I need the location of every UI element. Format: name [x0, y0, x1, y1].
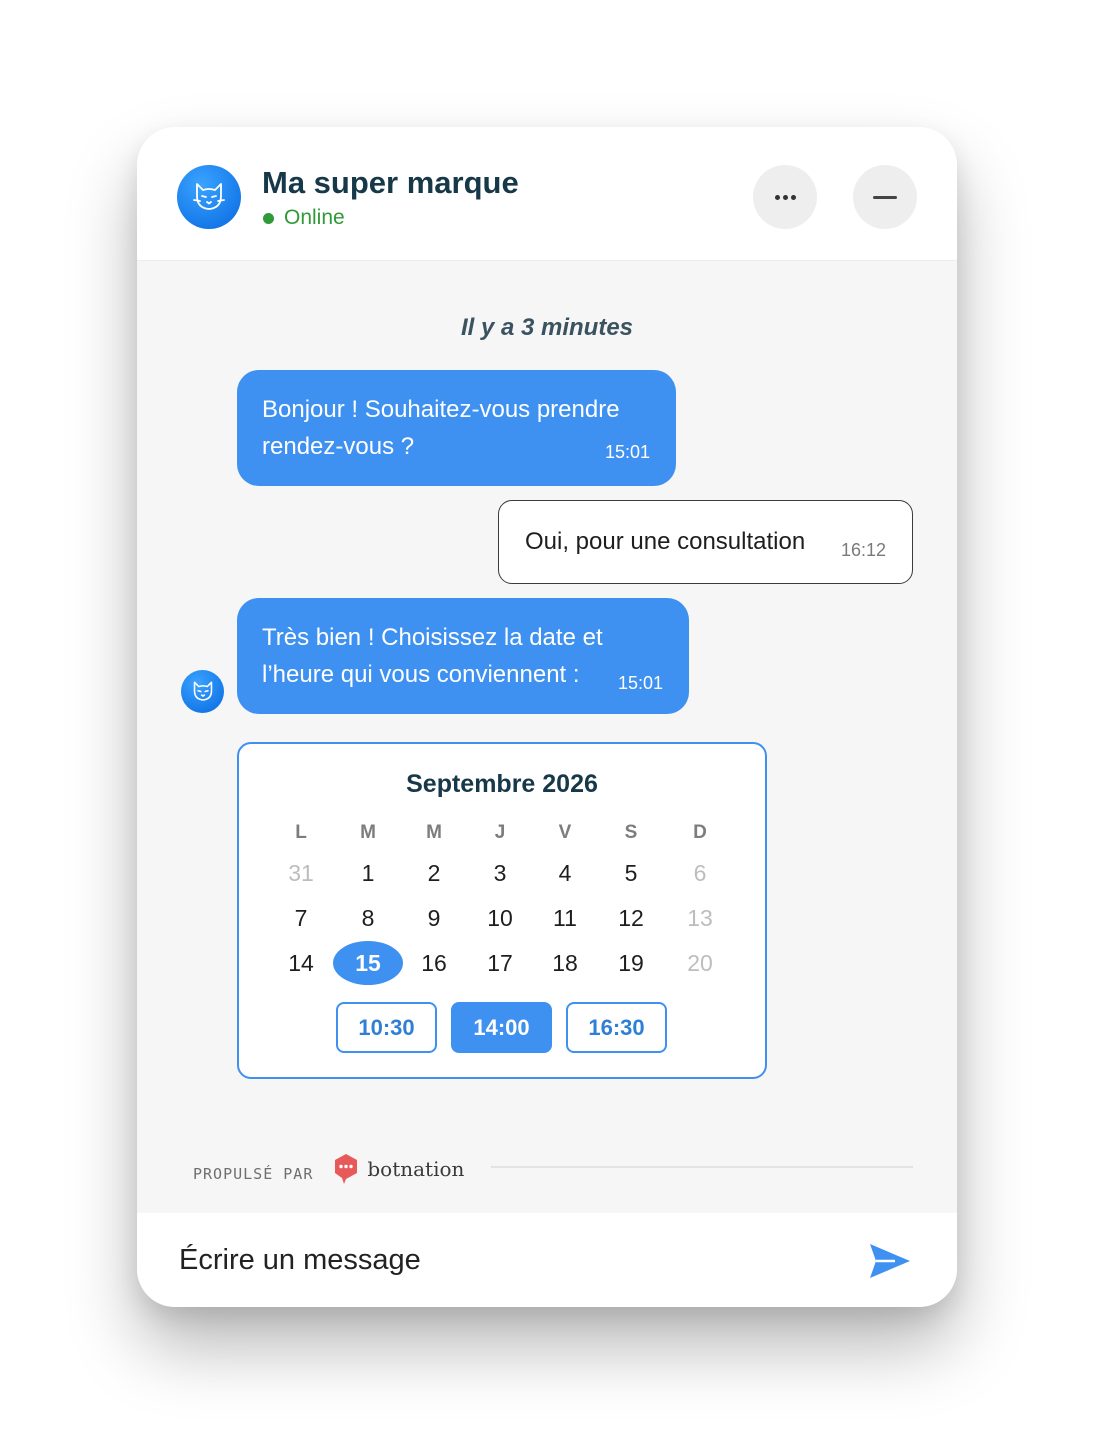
more-dots-icon — [774, 194, 796, 200]
calendar-day[interactable]: 7 — [266, 896, 336, 940]
weekday-label: S — [624, 822, 638, 843]
date-picker: Septembre 2026 L M M J V S D 31 1 2 3 4 5 6 7 8 9 10 11 12 1… — [237, 742, 767, 1079]
user-message: Oui, pour une consultation 16:12 — [498, 500, 913, 584]
message-time: 15:01 — [604, 442, 650, 462]
weekday-label: L — [295, 822, 307, 843]
online-dot-icon — [263, 212, 274, 224]
chat-widget: Ma super marque Online Il y a 3 minutes … — [137, 127, 957, 1307]
bot-avatar-small — [181, 670, 224, 713]
calendar-month-title: Septembre 2026 — [406, 770, 598, 798]
message-time: 16:12 — [840, 540, 886, 560]
weekday-label: J — [494, 822, 506, 843]
calendar-day[interactable]: 2 — [399, 851, 469, 895]
message-time: 15:01 — [617, 673, 663, 693]
bot-message: Bonjour ! Souhaitez-vous prendre rendez-… — [237, 370, 676, 486]
send-arrow-icon — [870, 1244, 910, 1278]
calendar-day[interactable]: 4 — [530, 851, 600, 895]
botnation-logo-icon — [335, 1154, 358, 1184]
bot-message: Très bien ! Choisissez la date et l’heur… — [237, 598, 689, 714]
message-text: Bonjour ! Souhaitez-vous prendre rendez-… — [262, 396, 620, 460]
bot-avatar — [177, 165, 241, 229]
weekday-label: M — [426, 822, 442, 843]
minimize-button[interactable] — [853, 165, 917, 229]
powered-label: PROPULSÉ PAR — [193, 1165, 314, 1183]
calendar-day[interactable]: 9 — [399, 896, 469, 940]
status-label: Online — [284, 206, 345, 229]
calendar-day[interactable]: 19 — [596, 941, 666, 985]
calendar-day: 20 — [687, 950, 713, 976]
calendar-day: 6 — [693, 860, 707, 886]
calendar-day[interactable]: 1 — [333, 851, 403, 895]
footer-divider — [491, 1166, 913, 1168]
calendar-day: 13 — [687, 905, 713, 931]
botnation-link[interactable]: botnation — [333, 1153, 464, 1185]
cat-face-icon — [193, 681, 212, 701]
more-options-button[interactable] — [753, 165, 817, 229]
message-text: Oui, pour une consultation — [525, 528, 806, 555]
calendar-day[interactable]: 17 — [465, 941, 535, 985]
time-slot-button[interactable]: 14:00 — [451, 1002, 552, 1053]
chat-header: Ma super marque Online — [137, 127, 957, 261]
powered-by: PROPULSÉ PAR botnation — [193, 1153, 464, 1185]
send-button[interactable] — [867, 1239, 913, 1283]
online-status: Online — [263, 206, 345, 230]
calendar-day[interactable]: 5 — [596, 851, 666, 895]
minimize-icon — [873, 195, 897, 199]
message-text: Très bien ! Choisissez la date et l’heur… — [262, 624, 603, 688]
time-slot-button[interactable]: 16:30 — [566, 1002, 667, 1053]
calendar-day[interactable]: 18 — [530, 941, 600, 985]
message-composer — [137, 1213, 957, 1307]
time-separator: Il y a 3 minutes — [460, 314, 634, 341]
calendar-day[interactable]: 8 — [333, 896, 403, 940]
botnation-wordmark: botnation — [367, 1157, 465, 1181]
weekday-label: D — [693, 822, 707, 843]
calendar-day[interactable]: 3 — [465, 851, 535, 895]
time-slot-button[interactable]: 10:30 — [336, 1002, 437, 1053]
calendar-day[interactable]: 14 — [266, 941, 336, 985]
message-input[interactable] — [179, 1231, 819, 1289]
calendar-day[interactable]: 11 — [530, 896, 600, 940]
calendar-day: 31 — [288, 860, 314, 886]
calendar-day[interactable]: 16 — [399, 941, 469, 985]
brand-name: Ma super marque — [262, 165, 519, 200]
cat-face-icon — [193, 183, 225, 210]
calendar-day-selected[interactable]: 15 — [333, 941, 403, 985]
weekday-label: M — [360, 822, 376, 843]
calendar-day[interactable]: 10 — [465, 896, 535, 940]
weekday-label: V — [558, 822, 572, 843]
calendar-day[interactable]: 12 — [596, 896, 666, 940]
